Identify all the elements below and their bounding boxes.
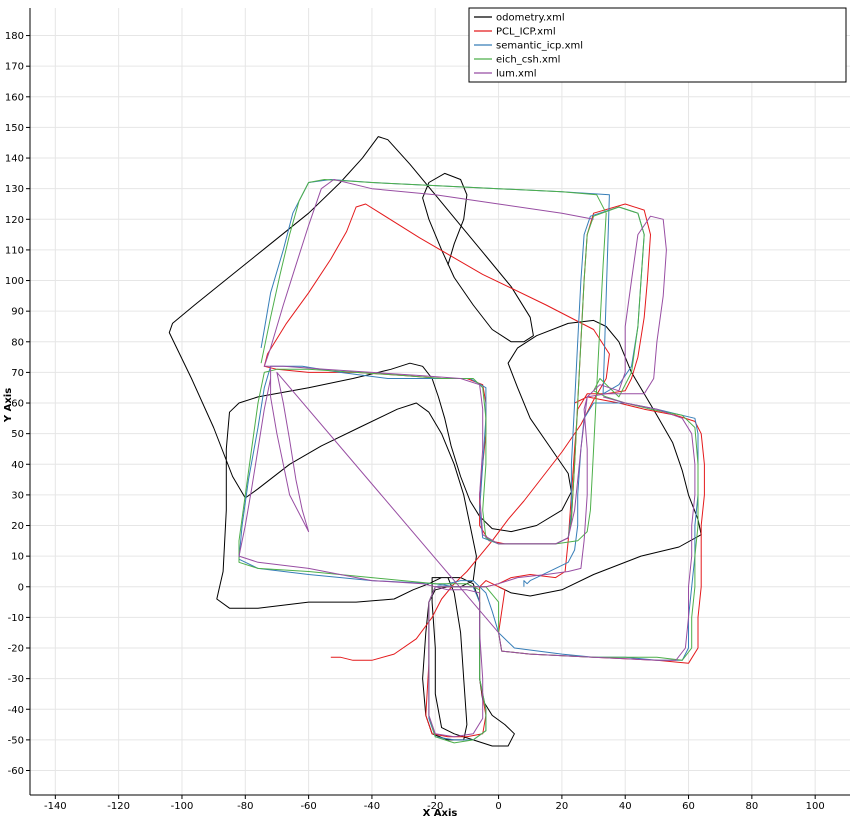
x-tick-label: -140 [44, 801, 67, 812]
y-tick-label: 40 [11, 460, 24, 471]
y-tick-label: 30 [11, 490, 24, 501]
y-tick-label: -50 [8, 735, 24, 746]
y-tick-label: -60 [8, 766, 24, 777]
legend-label-lum-xml: lum.xml [496, 69, 536, 80]
y-tick-label: 150 [5, 123, 24, 134]
y-tick-label: 80 [11, 337, 24, 348]
y-tick-label: 170 [5, 62, 24, 73]
legend-label-eich-csh-xml: eich_csh.xml [496, 55, 560, 66]
legend-label-semantic-icp-xml: semantic_icp.xml [496, 41, 583, 52]
x-tick-label: -120 [107, 801, 130, 812]
x-tick-label: -60 [300, 801, 316, 812]
y-tick-label: 70 [11, 368, 24, 379]
legend-label-odometry-xml: odometry.xml [496, 13, 565, 24]
x-tick-label: 100 [806, 801, 825, 812]
y-tick-label: 10 [11, 552, 24, 563]
y-axis-title: Y Axis [3, 388, 14, 423]
y-tick-label: -20 [8, 644, 24, 655]
y-tick-label: 90 [11, 307, 24, 318]
x-tick-label: 60 [682, 801, 695, 812]
y-tick-label: 180 [5, 31, 24, 42]
y-tick-label: 110 [5, 245, 24, 256]
y-tick-label: 20 [11, 521, 24, 532]
y-tick-label: 130 [5, 184, 24, 195]
y-tick-label: 160 [5, 92, 24, 103]
y-tick-label: -10 [8, 613, 24, 624]
x-tick-label: -80 [237, 801, 253, 812]
x-tick-label: 40 [619, 801, 632, 812]
legend: odometry.xml PCL_ICP.xml semantic_icp.xmle… [468, 7, 847, 83]
y-tick-label: 140 [5, 154, 24, 165]
chart-background [0, 0, 863, 820]
x-tick-label: -100 [171, 801, 194, 812]
y-tick-label: 0 [18, 582, 24, 593]
x-tick-label: 20 [556, 801, 569, 812]
y-tick-label: -40 [8, 705, 24, 716]
x-tick-label: -40 [364, 801, 380, 812]
y-tick-label: -30 [8, 674, 24, 685]
x-axis-title: X Axis [423, 808, 458, 819]
x-tick-label: 80 [745, 801, 758, 812]
y-tick-label: 120 [5, 215, 24, 226]
y-tick-label: 50 [11, 429, 24, 440]
y-tick-label: 100 [5, 276, 24, 287]
legend-label-pcl-icp-xml: PCL_ICP.xml [496, 27, 556, 38]
x-tick-label: 0 [495, 801, 501, 812]
trajectory-chart: -140 -120 -100 -80 -60 -40 -20 0 20 40 60 80 100 -60… [0, 0, 863, 820]
